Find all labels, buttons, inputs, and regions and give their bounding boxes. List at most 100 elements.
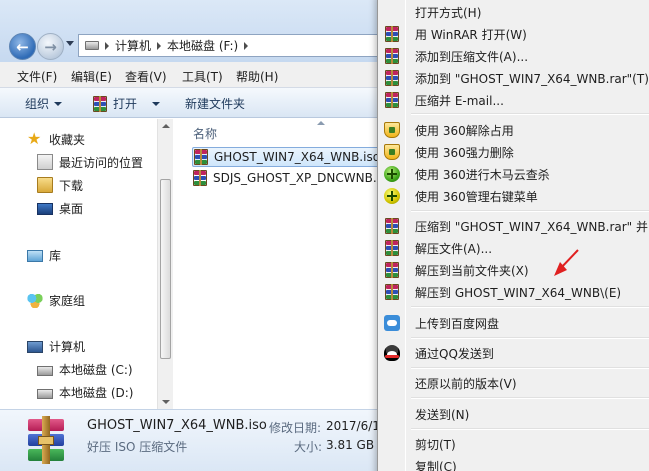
nav-drive-c[interactable]: 本地磁盘 (C:): [37, 359, 133, 379]
menu-item-label: 复制(C): [415, 460, 457, 471]
details-size-value: 3.81 GB: [326, 438, 375, 452]
menu-view[interactable]: 查看(V): [125, 68, 167, 85]
system-drive-icon: [37, 366, 53, 376]
nav-libraries[interactable]: 库: [27, 245, 61, 265]
details-modified-label: 修改日期:: [269, 421, 322, 435]
menu-item-compress-email[interactable]: 压缩并 E-mail...: [378, 89, 649, 111]
menu-item-upload-baidu[interactable]: 上传到百度网盘: [378, 312, 649, 334]
nav-desktop[interactable]: 桌面: [37, 198, 83, 218]
menu-item-label: 解压文件(A)...: [415, 242, 493, 256]
menu-separator: [411, 428, 649, 430]
menu-item-label: 解压到当前文件夹(X): [415, 264, 529, 278]
menu-separator: [411, 210, 649, 212]
baidu-cloud-icon: [384, 315, 400, 331]
nav-pane-scrollbar[interactable]: [157, 119, 173, 409]
new-folder-button[interactable]: 新建文件夹: [185, 95, 245, 112]
desktop-icon: [37, 203, 53, 215]
menu-item-extract-files[interactable]: 解压文件(A)...: [378, 237, 649, 259]
menu-separator: [411, 367, 649, 369]
menu-item-360-manage-menu[interactable]: 使用 360管理右键菜单: [378, 185, 649, 207]
nav-recent-places[interactable]: 最近访问的位置: [37, 152, 143, 172]
menu-item-send-to[interactable]: 发送到(N): [378, 403, 649, 425]
menu-item-compress-to-rar-email[interactable]: 压缩到 "GHOST_WIN7_X64_WNB.rar" 并 E: [378, 215, 649, 237]
nav-computer-label: 计算机: [49, 339, 86, 354]
scrollbar-thumb[interactable]: [160, 179, 171, 359]
menu-item-360-unlock[interactable]: 使用 360解除占用: [378, 119, 649, 141]
360-shield-icon: [384, 122, 400, 138]
breadcrumb-computer[interactable]: 计算机: [115, 37, 151, 54]
nav-favorites[interactable]: ★ 收藏夹: [27, 129, 85, 149]
back-button[interactable]: ←: [9, 33, 36, 60]
menu-tools[interactable]: 工具(T): [182, 68, 223, 85]
menu-item-extract-to-folder[interactable]: 解压到 GHOST_WIN7_X64_WNB\(E): [378, 281, 649, 303]
menu-item-label: 剪切(T): [415, 438, 456, 452]
menu-item-360-force-delete[interactable]: 使用 360强力删除: [378, 141, 649, 163]
menu-separator: [411, 337, 649, 339]
menu-item-label: 使用 360强力删除: [415, 146, 514, 160]
menu-edit[interactable]: 编辑(E): [71, 68, 112, 85]
menu-item-360-trojan-scan[interactable]: 使用 360进行木马云查杀: [378, 163, 649, 185]
organize-button[interactable]: 组织: [25, 95, 63, 112]
drive-icon: [85, 41, 99, 50]
open-button[interactable]: 打开: [92, 95, 161, 112]
menu-item-winrar-open[interactable]: 用 WinRAR 打开(W): [378, 23, 649, 45]
menu-item-label: 使用 360进行木马云查杀: [415, 168, 550, 182]
star-icon: ★: [27, 129, 42, 148]
menu-item-copy[interactable]: 复制(C): [378, 455, 649, 471]
file-row[interactable]: GHOST_WIN7_X64_WNB.iso: [192, 147, 392, 167]
menu-item-cut[interactable]: 剪切(T): [378, 433, 649, 455]
nav-downloads[interactable]: 下载: [37, 175, 83, 195]
details-file-type: 好压 ISO 压缩文件: [87, 440, 188, 454]
archive-icon: [192, 170, 208, 186]
open-label: 打开: [113, 97, 138, 111]
menu-help[interactable]: 帮助(H): [236, 68, 278, 85]
breadcrumb-drive-f[interactable]: 本地磁盘 (F:): [167, 37, 238, 54]
menu-item-label: 添加到压缩文件(A)...: [415, 50, 529, 64]
menu-item-send-qq[interactable]: 通过QQ发送到: [378, 342, 649, 364]
menu-item-add-to-archive[interactable]: 添加到压缩文件(A)...: [378, 45, 649, 67]
downloads-folder-icon: [37, 177, 53, 193]
winrar-icon: [384, 218, 400, 234]
archive-large-icon: [24, 416, 68, 464]
menu-item-extract-here[interactable]: 解压到当前文件夹(X): [378, 259, 649, 281]
scroll-up-icon[interactable]: [162, 124, 170, 128]
winrar-icon: [384, 262, 400, 278]
menu-file[interactable]: 文件(F): [17, 68, 57, 85]
nav-favorites-label: 收藏夹: [49, 132, 86, 147]
winrar-icon: [384, 284, 400, 300]
menu-item-add-to-rar[interactable]: 添加到 "GHOST_WIN7_X64_WNB.rar"(T): [378, 67, 649, 89]
forward-button[interactable]: →: [37, 33, 64, 60]
computer-icon: [27, 340, 43, 353]
details-size-label: 大小:: [294, 440, 323, 454]
archive-icon: [193, 149, 209, 165]
menu-item-restore-previous[interactable]: 还原以前的版本(V): [378, 372, 649, 394]
menu-separator: [411, 113, 649, 115]
nav-drive-c-label: 本地磁盘 (C:): [59, 362, 133, 377]
menu-item-label: 用 WinRAR 打开(W): [415, 28, 527, 42]
file-list: 名称 GHOST_WIN7_X64_WNB.iso SDJS_GHOST_XP_…: [174, 119, 394, 409]
winrar-icon: [384, 70, 400, 86]
breadcrumb-separator-icon[interactable]: [244, 41, 249, 50]
breadcrumb-separator-icon[interactable]: [105, 41, 109, 50]
menu-item-label: 压缩并 E-mail...: [415, 94, 504, 108]
column-header-name[interactable]: 名称: [193, 125, 217, 142]
nav-libraries-label: 库: [49, 248, 62, 263]
organize-label: 组织: [25, 97, 50, 111]
scroll-down-icon[interactable]: [162, 400, 170, 404]
homegroup-icon: [27, 292, 43, 308]
menu-item-label: 还原以前的版本(V): [415, 377, 517, 391]
recent-pages-chevron-icon[interactable]: [66, 41, 74, 46]
nav-homegroup[interactable]: 家庭组: [27, 290, 85, 310]
file-name: GHOST_WIN7_X64_WNB.iso: [214, 150, 381, 164]
breadcrumb-separator-icon[interactable]: [157, 41, 162, 50]
sort-indicator-icon: [317, 121, 325, 125]
360-plus-icon: [384, 188, 400, 204]
menu-item-open-with[interactable]: 打开方式(H): [378, 1, 649, 23]
address-bar[interactable]: 计算机 本地磁盘 (F:): [78, 34, 398, 57]
chevron-down-icon: [152, 101, 161, 106]
360-plus-icon: [384, 166, 400, 182]
file-row[interactable]: SDJS_GHOST_XP_DNCWNB.iso: [192, 168, 394, 188]
menu-item-label: 使用 360管理右键菜单: [415, 190, 538, 204]
nav-drive-d[interactable]: 本地磁盘 (D:): [37, 382, 133, 402]
nav-computer[interactable]: 计算机: [27, 336, 85, 356]
